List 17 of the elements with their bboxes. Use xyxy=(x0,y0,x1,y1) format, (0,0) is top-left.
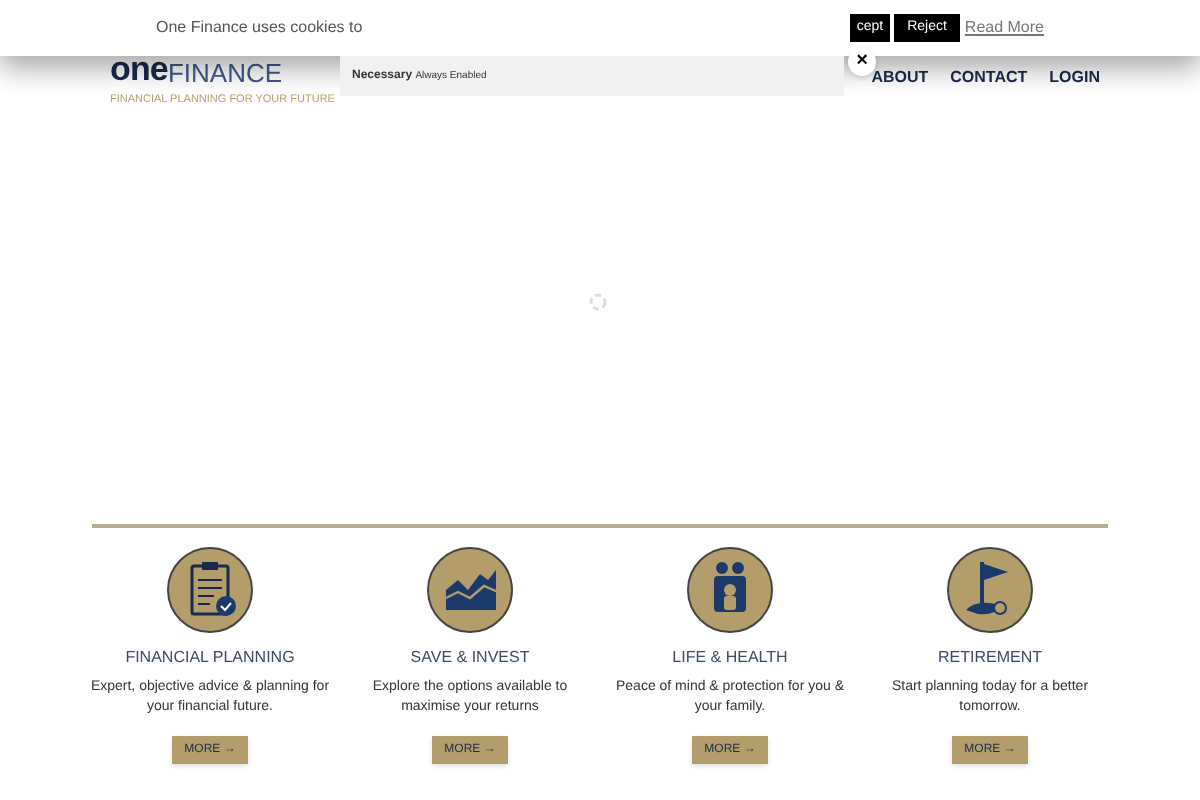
area-chart-icon xyxy=(426,546,514,634)
family-icon xyxy=(686,546,774,634)
nav-link[interactable]: ABOUT xyxy=(871,66,929,90)
close-button[interactable]: × xyxy=(848,48,876,76)
nav-link[interactable]: LOGIN xyxy=(1049,66,1100,90)
clipboard-check-icon xyxy=(166,546,254,634)
logo-wordmark: FINANCE xyxy=(167,60,283,86)
loading-spinner-icon xyxy=(588,292,608,312)
service-title: RETIREMENT xyxy=(938,646,1042,670)
golf-flag-icon xyxy=(946,546,1034,634)
logo-wordmark: one xyxy=(110,52,168,86)
service-title: SAVE & INVEST xyxy=(410,646,530,670)
service-title: LIFE & HEALTH xyxy=(672,646,788,670)
cookie-message: One Finance uses cookies to xyxy=(156,16,363,40)
read-more-link[interactable]: Read More xyxy=(964,16,1044,40)
service-title: FINANCIAL PLANNING xyxy=(125,646,295,670)
nav-link[interactable]: CONTACT xyxy=(950,66,1028,90)
